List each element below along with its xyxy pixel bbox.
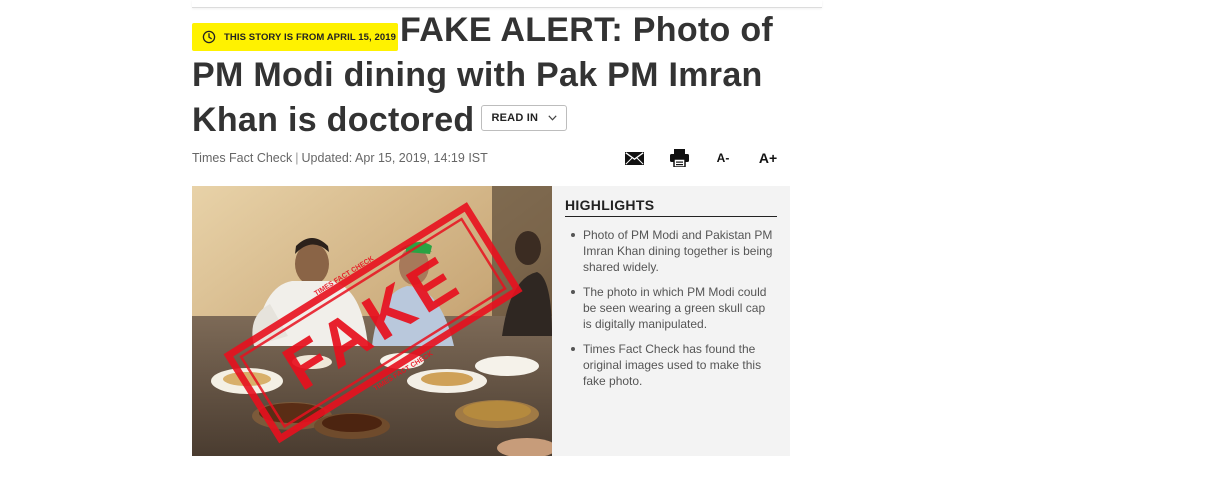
highlights-title: HIGHLIGHTS xyxy=(565,197,777,217)
printer-icon xyxy=(669,149,689,167)
dining-photo: FAKE TIMES FACT CHECK TIMES FACT CHECK xyxy=(192,186,552,456)
article-byline: Times Fact Check | Updated: Apr 15, 2019, … xyxy=(192,151,488,165)
decrease-font-button[interactable]: A- xyxy=(712,149,734,167)
envelope-icon xyxy=(624,151,644,165)
highlight-item: The photo in which PM Modi could be seen… xyxy=(571,284,777,332)
author-source[interactable]: Times Fact Check xyxy=(192,151,292,165)
email-button[interactable] xyxy=(624,149,644,167)
print-button[interactable] xyxy=(669,149,689,167)
article-title: FAKE ALERT: Photo of PM Modi dining with… xyxy=(192,8,792,143)
byline-separator: | xyxy=(295,151,299,165)
read-in-label: READ IN xyxy=(491,111,539,124)
article-tools: A- A+ xyxy=(624,149,784,167)
highlight-item: Times Fact Check has found the original … xyxy=(571,341,777,389)
highlight-item: Photo of PM Modi and Pakistan PM Imran K… xyxy=(571,227,777,275)
read-in-button[interactable]: READ IN xyxy=(480,105,568,132)
chevron-down-icon xyxy=(548,115,557,121)
updated-timestamp: Updated: Apr 15, 2019, 14:19 IST xyxy=(301,151,488,165)
increase-font-button[interactable]: A+ xyxy=(755,149,781,167)
top-divider xyxy=(192,0,822,8)
highlights-list: Photo of PM Modi and Pakistan PM Imran K… xyxy=(565,227,777,389)
highlights-box: HIGHLIGHTS Photo of PM Modi and Pakistan… xyxy=(552,186,790,456)
article-image: FAKE TIMES FACT CHECK TIMES FACT CHECK xyxy=(192,186,552,456)
